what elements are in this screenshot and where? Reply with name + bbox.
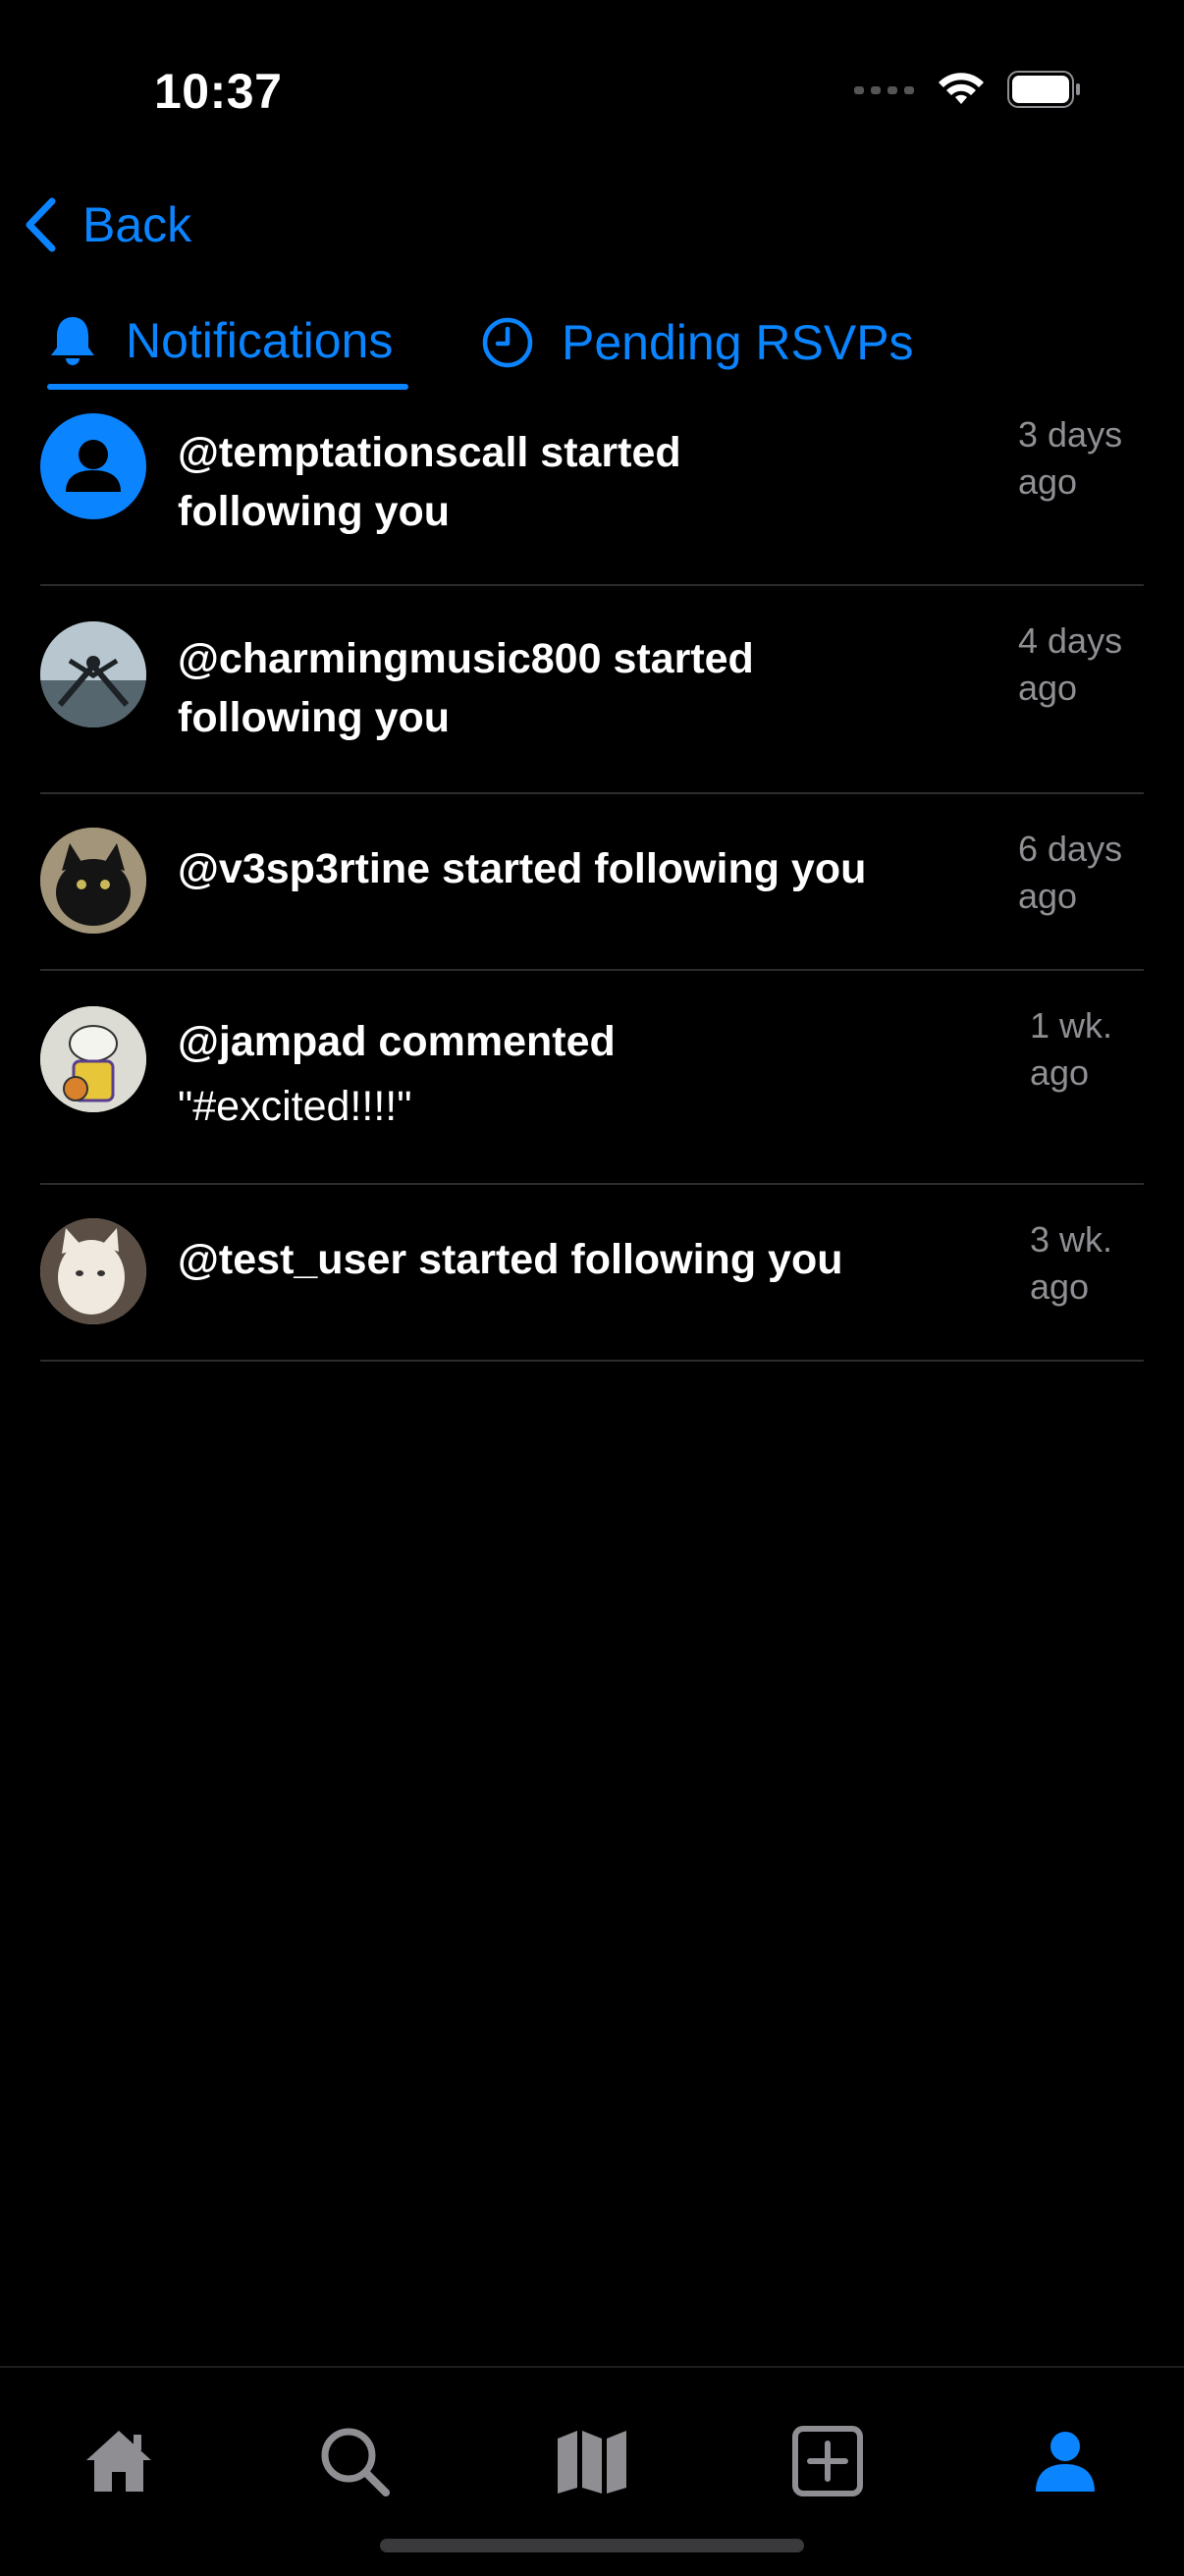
tab-notifications-label: Notifications — [126, 313, 394, 368]
notification-time: 4 days — [1018, 620, 1123, 661]
tab-pending-rsvps[interactable]: Pending RSVPs — [481, 314, 914, 371]
clock-icon — [482, 317, 533, 368]
notification-time: 3 wk. — [1030, 1219, 1113, 1260]
notification-row[interactable]: @charmingmusic800 started following you … — [40, 586, 1144, 794]
notification-row[interactable]: @test_user started following you 3 wk. a… — [40, 1185, 1144, 1362]
home-icon — [86, 2431, 151, 2492]
notification-time: 3 days — [1018, 414, 1123, 455]
notification-text-cont: following you — [178, 694, 451, 741]
notification-text: @test_user started following you — [178, 1236, 843, 1283]
bell-icon — [51, 317, 94, 365]
signal-icon — [854, 86, 914, 94]
tab-search[interactable] — [300, 2407, 408, 2515]
tab-home[interactable] — [65, 2407, 173, 2515]
profile-icon — [1036, 2432, 1095, 2492]
user-photo — [40, 621, 146, 727]
status-time: 10:37 — [154, 64, 283, 119]
notification-time: 1 wk. — [1030, 1005, 1113, 1046]
notification-time-suffix: ago — [1018, 876, 1078, 916]
notification-text: @v3sp3rtine started following you — [178, 845, 867, 892]
notification-row[interactable]: @v3sp3rtine started following you 6 days… — [40, 794, 1144, 971]
avatar — [40, 828, 146, 934]
tab-profile[interactable] — [1011, 2407, 1119, 2515]
avatar-placeholder — [40, 413, 146, 519]
avatar — [40, 1006, 146, 1112]
tab-map[interactable] — [538, 2407, 646, 2515]
notification-text: @charmingmusic800 started — [178, 635, 754, 682]
notification-time-suffix: ago — [1018, 461, 1078, 502]
notification-time: 6 days — [1018, 829, 1123, 869]
back-button[interactable]: Back — [24, 196, 191, 253]
tab-pending-rsvps-label: Pending RSVPs — [562, 315, 914, 370]
notification-row[interactable]: @jampad commented "#excited!!!!" 1 wk. a… — [40, 971, 1144, 1185]
tab-create[interactable] — [774, 2407, 882, 2515]
notification-text-cont: following you — [178, 488, 451, 535]
comment-text: "#excited!!!!" — [178, 1083, 412, 1130]
person-icon — [66, 440, 121, 492]
wifi-icon — [939, 73, 984, 104]
home-indicator — [380, 2539, 804, 2552]
avatar — [40, 1218, 146, 1324]
user-photo — [40, 1006, 146, 1112]
chevron-left-icon — [26, 197, 56, 252]
notification-time-suffix: ago — [1030, 1052, 1090, 1093]
notification-time-suffix: ago — [1030, 1266, 1090, 1307]
notification-time-suffix: ago — [1018, 668, 1078, 708]
add-icon — [792, 2426, 863, 2496]
search-icon — [321, 2428, 390, 2496]
user-photo — [40, 828, 146, 934]
map-icon — [558, 2431, 626, 2494]
status-icons — [854, 71, 1082, 108]
back-label: Back — [82, 197, 192, 252]
user-photo — [40, 1218, 146, 1324]
notification-text: @jampad commented — [178, 1018, 616, 1065]
active-tab-indicator — [47, 384, 408, 390]
notification-text: @temptationscall started — [178, 429, 681, 476]
notification-row[interactable]: @temptationscall started following you 3… — [40, 407, 1144, 586]
battery-icon — [1007, 71, 1080, 108]
tab-notifications[interactable]: Notifications — [47, 312, 393, 369]
avatar — [40, 621, 146, 727]
